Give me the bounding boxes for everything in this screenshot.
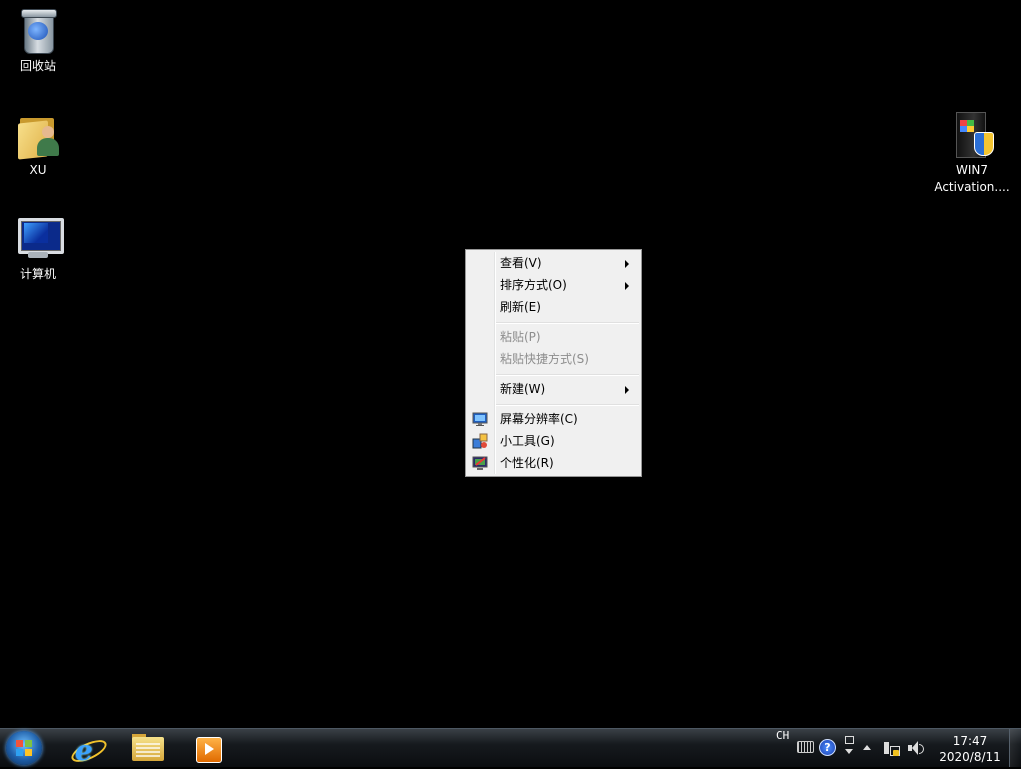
menu-item-refresh[interactable]: 刷新(E) [468, 296, 639, 318]
submenu-arrow-icon [625, 282, 629, 290]
taskbar-internet-explorer[interactable]: e [62, 731, 112, 767]
menu-separator [496, 374, 639, 376]
menu-item-label: 查看(V) [500, 256, 542, 270]
menu-item-paste-shortcut[interactable]: 粘贴快捷方式(S) [468, 348, 639, 370]
network-icon[interactable] [884, 740, 900, 756]
menu-item-new[interactable]: 新建(W) [468, 378, 639, 400]
help-icon[interactable]: ? [819, 739, 836, 756]
menu-item-label: 粘贴快捷方式(S) [500, 352, 589, 366]
gadgets-icon [472, 433, 488, 449]
submenu-arrow-icon [625, 260, 629, 268]
menu-item-label: 刷新(E) [500, 300, 541, 314]
desktop-icon-user-folder[interactable]: XU [0, 110, 76, 179]
taskbar-media-player[interactable] [184, 731, 234, 765]
desktop-icon-label: 计算机 [19, 267, 56, 281]
display-icon [472, 411, 488, 427]
computer-icon [14, 214, 64, 262]
menu-item-view[interactable]: 查看(V) [468, 252, 639, 274]
desktop-icon-win7-activation[interactable]: WIN7 Activation.... [934, 110, 1010, 196]
language-indicator[interactable]: CH [776, 729, 789, 767]
desktop-context-menu: 查看(V) 排序方式(O) 刷新(E) 粘贴(P) 粘贴快捷方式(S) 新建(W… [465, 249, 642, 477]
menu-item-label: 排序方式(O) [500, 278, 567, 292]
menu-item-label: 个性化(R) [500, 456, 554, 470]
menu-item-label: 屏幕分辨率(C) [500, 412, 578, 426]
label-line-2: Activation.... [934, 180, 1010, 194]
menu-item-paste[interactable]: 粘贴(P) [468, 326, 639, 348]
menu-item-label: 新建(W) [500, 382, 546, 396]
user-folder-icon [14, 110, 62, 160]
desktop-icon-label: 回收站 [19, 59, 56, 73]
ime-toggle-icon[interactable] [844, 736, 854, 758]
recycle-bin-icon [14, 6, 62, 54]
menu-item-label: 粘贴(P) [500, 330, 541, 344]
menu-item-screen-resolution[interactable]: 屏幕分辨率(C) [468, 408, 639, 430]
clock-date: 2020/8/11 [939, 750, 1001, 764]
taskbar-windows-explorer[interactable] [124, 731, 174, 765]
label-line-1: WIN7 [955, 163, 988, 177]
personalize-icon [472, 455, 488, 471]
show-hidden-icons-icon[interactable] [863, 745, 871, 750]
volume-icon[interactable] [908, 741, 926, 755]
show-desktop-button[interactable] [1009, 729, 1021, 767]
desktop-icon-recycle-bin[interactable]: 回收站 [0, 6, 76, 75]
submenu-arrow-icon [625, 386, 629, 394]
start-button[interactable] [6, 731, 42, 765]
menu-item-label: 小工具(G) [500, 434, 555, 448]
menu-separator [496, 404, 639, 406]
keyboard-icon[interactable] [797, 741, 814, 753]
menu-item-gadgets[interactable]: 小工具(G) [468, 430, 639, 452]
desktop-icon-computer[interactable]: 计算机 [0, 214, 76, 283]
taskbar: e CH ? 17:47 2020/8/11 [0, 728, 1021, 767]
desktop-icon-label: WIN7 Activation.... [934, 162, 1010, 196]
windows-logo-icon [16, 740, 32, 756]
desktop-icon-label: XU [29, 163, 47, 177]
clock-time: 17:47 [952, 734, 988, 748]
clock[interactable]: 17:47 2020/8/11 [934, 731, 1006, 769]
activation-app-icon [948, 110, 996, 158]
menu-item-personalize[interactable]: 个性化(R) [468, 452, 639, 474]
menu-item-sort-by[interactable]: 排序方式(O) [468, 274, 639, 296]
menu-separator [496, 322, 639, 324]
